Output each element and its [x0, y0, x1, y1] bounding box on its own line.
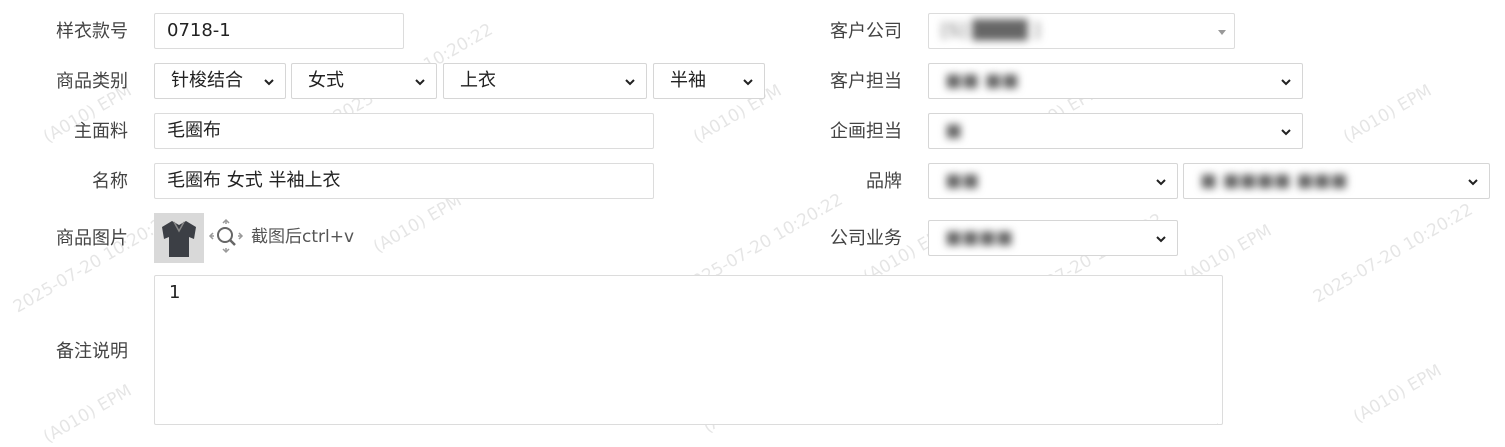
watermark: (A010) EPM	[370, 190, 466, 258]
remarks-text: 1	[169, 282, 181, 303]
remarks-textarea[interactable]: 1	[154, 275, 1223, 425]
brand-label: 品牌	[866, 171, 902, 192]
chevron-down-icon	[1280, 126, 1292, 138]
business-select[interactable]: ■■■■	[928, 220, 1178, 256]
name-input[interactable]: 毛圈布 女式 半袖上衣	[154, 163, 654, 199]
planning-contact-value: ■	[945, 120, 963, 141]
main-fabric-input[interactable]: 毛圈布	[154, 113, 654, 149]
chevron-down-icon	[742, 76, 754, 88]
watermark: (A010) EPM	[40, 380, 136, 447]
category-select-1-value: 针梭结合	[171, 70, 243, 91]
category-label: 商品类别	[56, 71, 128, 92]
watermark: (A010) EPM	[1350, 360, 1446, 428]
product-thumbnail[interactable]	[154, 213, 204, 263]
client-company-label: 客户公司	[830, 21, 902, 42]
client-contact-select[interactable]: ■■ ■■	[928, 63, 1303, 99]
chevron-down-icon	[414, 76, 426, 88]
sample-no-input[interactable]: 0718-1	[154, 13, 404, 49]
brand-select-1[interactable]: ■■	[928, 163, 1178, 199]
watermark: (A010) EPM	[1340, 80, 1436, 148]
name-label: 名称	[92, 171, 128, 192]
watermark: 2025-07-20 10:20:22	[1310, 199, 1477, 308]
zoom-paste-icon[interactable]	[208, 218, 244, 254]
planning-contact-label: 企画担当	[830, 121, 902, 142]
chevron-down-icon	[624, 76, 636, 88]
caret-down-icon	[1218, 30, 1226, 35]
client-company-combobox[interactable]: [S] ████ ]	[928, 13, 1235, 49]
chevron-down-icon	[263, 76, 275, 88]
client-company-value: [S] ████ ]	[941, 20, 1041, 41]
chevron-down-icon	[1467, 176, 1479, 188]
main-fabric-label: 主面料	[74, 121, 128, 142]
chevron-down-icon	[1155, 233, 1167, 245]
category-select-3[interactable]: 上衣	[443, 63, 647, 99]
paste-hint: 截图后ctrl+v	[251, 227, 355, 247]
client-contact-value: ■■ ■■	[945, 70, 1019, 91]
remarks-label: 备注说明	[56, 341, 128, 362]
category-select-2[interactable]: 女式	[291, 63, 437, 99]
planning-contact-select[interactable]: ■	[928, 113, 1303, 149]
business-value: ■■■■	[945, 227, 1014, 248]
brand-select-2[interactable]: ■ ■■■■ ■■■	[1183, 163, 1490, 199]
category-select-4[interactable]: 半袖	[653, 63, 765, 99]
chevron-down-icon	[1280, 76, 1292, 88]
category-select-3-value: 上衣	[460, 70, 496, 91]
chevron-down-icon	[1155, 176, 1167, 188]
category-select-2-value: 女式	[308, 70, 344, 91]
resize-handle-icon[interactable]	[1211, 413, 1219, 424]
brand-select-1-value: ■■	[945, 170, 980, 191]
category-select-4-value: 半袖	[670, 70, 706, 91]
sample-no-label: 样衣款号	[56, 21, 128, 42]
brand-select-2-value: ■ ■■■■ ■■■	[1200, 170, 1348, 191]
business-label: 公司业务	[830, 228, 902, 249]
product-image-label: 商品图片	[56, 228, 128, 249]
category-select-1[interactable]: 针梭结合	[154, 63, 286, 99]
client-contact-label: 客户担当	[830, 71, 902, 92]
